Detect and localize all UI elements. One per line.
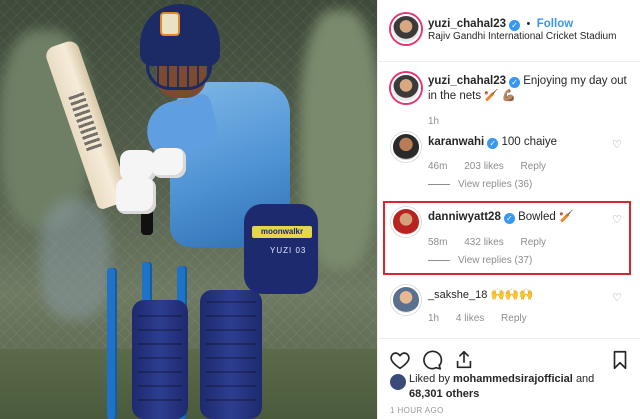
thigh-pad-name: YUZI 03 (270, 246, 307, 255)
follow-button[interactable]: Follow (537, 18, 573, 30)
comment-likes[interactable]: 4 likes (456, 313, 484, 324)
comment-meta: 1h 4 likes Reply (428, 313, 541, 324)
comment-time: 1h (428, 313, 440, 324)
background-figure (40, 200, 110, 320)
highlight-box (383, 201, 631, 275)
dot-separator: • (526, 18, 531, 30)
thigh-pad-brand: moonwalkr (252, 226, 312, 238)
author-avatar[interactable] (391, 14, 421, 44)
comment-icon[interactable] (421, 349, 443, 371)
liker-avatar[interactable] (390, 374, 406, 390)
pitch-ground (0, 349, 377, 419)
bookmark-icon[interactable] (609, 349, 631, 371)
leg-pad (200, 290, 262, 419)
comment-item: karanwahi ✓ 100 chaiye ♡ 46m 203 likes Re… (378, 130, 640, 198)
liker-username[interactable]: mohammedsirajofficial (453, 373, 573, 385)
comment-likes[interactable]: 203 likes (464, 161, 503, 172)
verified-badge-icon: ✓ (487, 138, 499, 149)
reply-button[interactable]: Reply (501, 313, 527, 324)
post-header: yuzi_chahal23 ✓ • Follow Rajiv Gandhi Int… (378, 0, 640, 62)
view-replies-label: View replies (36) (458, 179, 533, 190)
commenter-avatar[interactable] (391, 285, 421, 315)
author-row: yuzi_chahal23 ✓ • Follow (428, 14, 573, 32)
commenter-username[interactable]: karanwahi (428, 136, 484, 148)
comment-text-block: karanwahi ✓ 100 chaiye (428, 135, 557, 150)
share-icon[interactable] (453, 349, 475, 371)
likes-count[interactable]: 68,301 others (409, 388, 479, 400)
reply-button[interactable]: Reply (520, 161, 546, 172)
commenter-username[interactable]: _sakshe_18 (428, 289, 487, 301)
liked-by-section: Liked by mohammedsirajofficial and 68,30… (390, 372, 630, 402)
comment-text: 100 chaiye (501, 136, 558, 148)
verified-badge-icon: ✓ (508, 77, 520, 88)
heart-icon[interactable]: ♡ (612, 140, 623, 151)
helmet-grill (146, 48, 212, 90)
post-caption: yuzi_chahal23 ✓ Enjoying my day out in th… (378, 68, 640, 128)
commenter-avatar[interactable] (391, 132, 421, 162)
comment-time: 46m (428, 161, 448, 172)
liked-by-text: Liked by mohammedsirajofficial and 68,30… (390, 372, 630, 402)
stump (107, 268, 117, 419)
verified-badge-icon: ✓ (508, 20, 520, 31)
post-timestamp[interactable]: 1 HOUR AGO (390, 406, 444, 415)
batting-glove (116, 178, 156, 214)
liked-by-prefix: Liked by (409, 373, 450, 385)
post-photo[interactable]: moonwalkr YUZI 03 (0, 0, 377, 419)
comment-text-block: _sakshe_18 🙌🙌🙌 (428, 288, 534, 303)
caption-author-avatar[interactable] (391, 73, 421, 103)
leg-pad (132, 300, 188, 419)
batting-glove (152, 148, 186, 178)
helmet-badge (160, 12, 180, 36)
heart-icon[interactable] (389, 349, 411, 371)
caption-time: 1h (428, 116, 440, 127)
liked-by-and: and (575, 373, 595, 385)
post-location[interactable]: Rajiv Gandhi International Cricket Stadi… (428, 31, 616, 42)
caption-text-block: yuzi_chahal23 ✓ Enjoying my day out in th… (428, 74, 628, 104)
view-replies-button[interactable]: View replies (36) (428, 179, 532, 190)
comment-meta: 46m 203 likes Reply (428, 161, 560, 172)
comment-item: _sakshe_18 🙌🙌🙌 ♡ 1h 4 likes Reply (378, 283, 640, 333)
author-username[interactable]: yuzi_chahal23 (428, 18, 506, 30)
heart-icon[interactable]: ♡ (612, 293, 623, 304)
comment-text: 🙌🙌🙌 (490, 289, 534, 301)
caption-username[interactable]: yuzi_chahal23 (428, 75, 506, 87)
